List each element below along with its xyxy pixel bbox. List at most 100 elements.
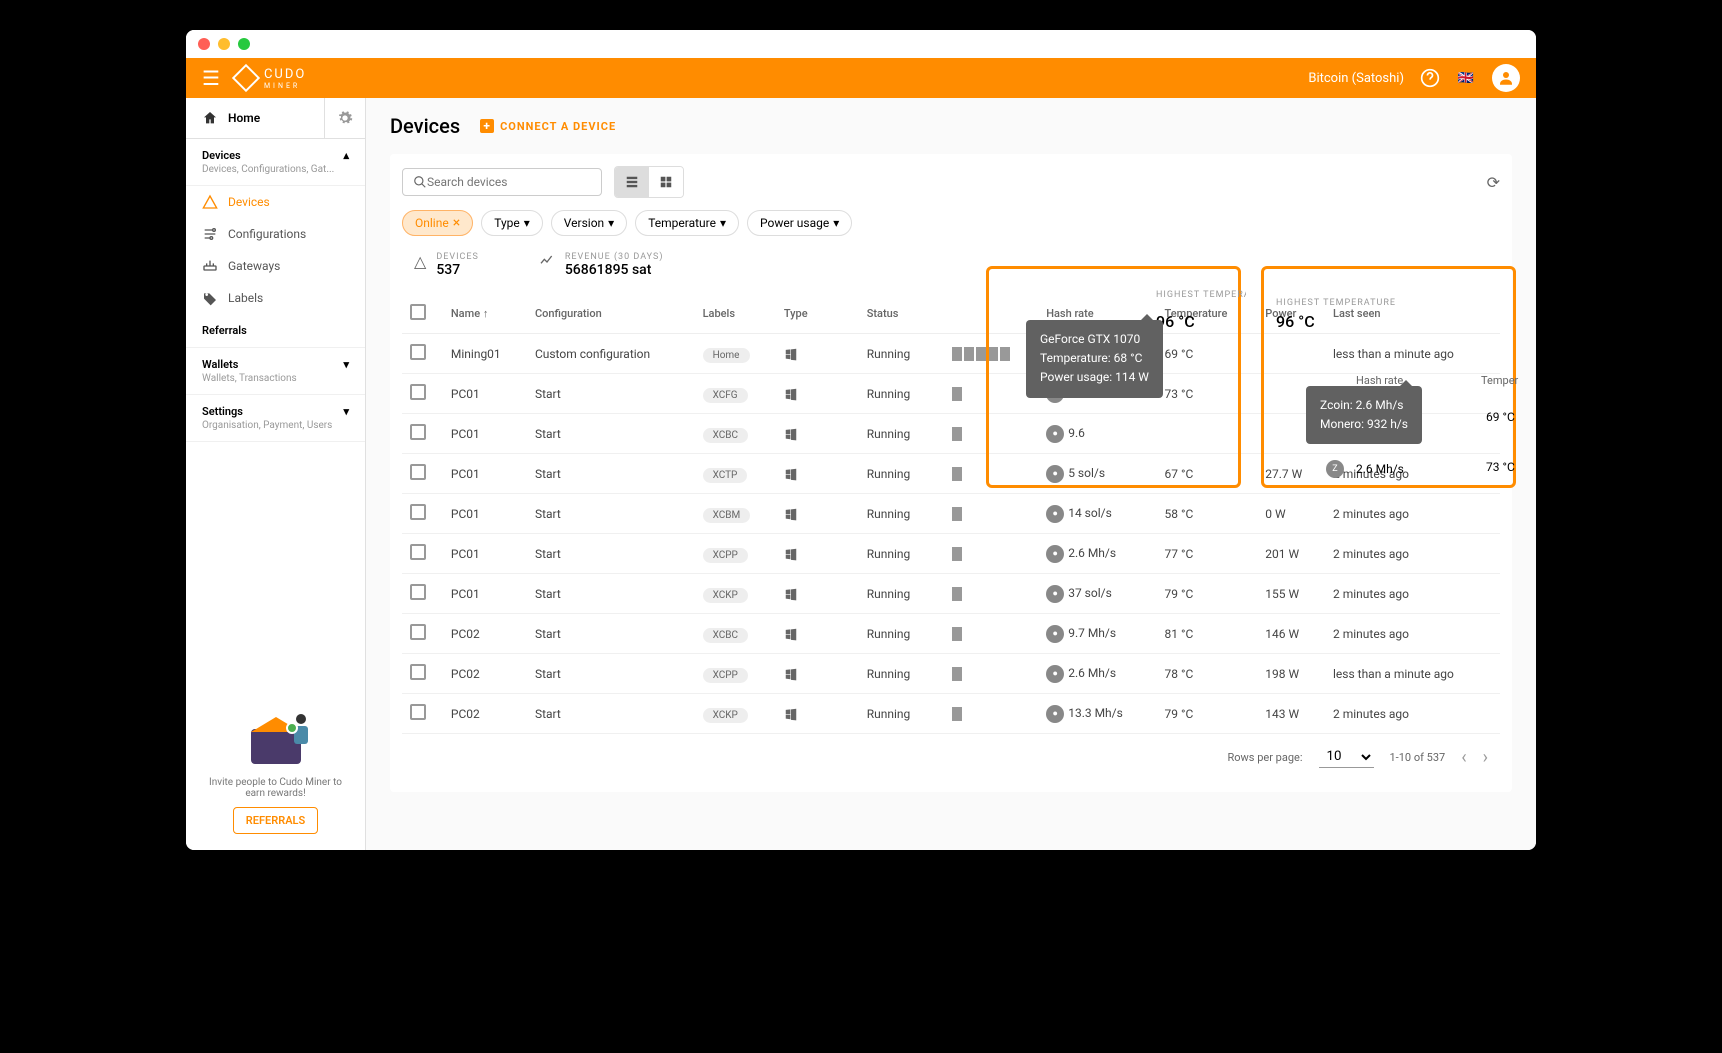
table-row[interactable]: PC01 Start XCBM Running ●14 sol/s 58 °C … (402, 494, 1500, 534)
row-checkbox[interactable] (410, 664, 426, 680)
row-checkbox[interactable] (410, 464, 426, 480)
warning-triangle-icon: △ (414, 252, 426, 278)
windows-icon (784, 667, 819, 681)
overlay-row-1-temp: 69 °C (1486, 410, 1515, 424)
gpu-bars[interactable] (952, 427, 1031, 441)
maximize-window-icon[interactable] (238, 38, 250, 50)
cell-temp: 67 °C (1157, 454, 1258, 494)
connect-device-link[interactable]: + CONNECT A DEVICE (480, 119, 616, 133)
chevron-down-icon: ▾ (608, 216, 614, 230)
grid-view-button[interactable] (649, 167, 683, 197)
column-status[interactable]: Status (827, 294, 944, 334)
cell-lastseen: 2 minutes ago (1325, 614, 1500, 654)
cell-temp: 69 °C (1157, 334, 1258, 374)
filter-temperature[interactable]: Temperature ▾ (635, 210, 739, 236)
sidebar-item-labels[interactable]: Labels (186, 282, 365, 314)
column-name[interactable]: Name ↑ (443, 294, 527, 334)
filter-type[interactable]: Type ▾ (481, 210, 543, 236)
search-input[interactable] (402, 168, 602, 196)
help-icon[interactable] (1420, 68, 1440, 88)
cell-hashrate: ●2.6 Mh/s (1038, 534, 1156, 574)
cell-lastseen: 2 minutes ago (1325, 694, 1500, 734)
referrals-button[interactable]: REFERRALS (233, 807, 318, 834)
gpu-bars[interactable] (952, 547, 1031, 561)
filter-version[interactable]: Version ▾ (551, 210, 627, 236)
gpu-bars[interactable] (952, 387, 1031, 401)
gpu-bars[interactable] (952, 507, 1031, 521)
column-config[interactable]: Configuration (527, 294, 695, 334)
language-flag-icon[interactable]: 🇬🇧 (1456, 68, 1476, 88)
row-checkbox[interactable] (410, 344, 426, 360)
sidebar-item-gateways[interactable]: Gateways (186, 250, 365, 282)
refresh-icon[interactable]: ⟳ (1487, 173, 1500, 192)
cell-temp (1157, 414, 1258, 454)
chevron-down-icon: ▾ (343, 405, 349, 418)
column-type[interactable]: Type (776, 294, 827, 334)
minimize-window-icon[interactable] (218, 38, 230, 50)
table-row[interactable]: PC01 Start XCKP Running ●37 sol/s 79 °C … (402, 574, 1500, 614)
gpu-bars[interactable] (952, 707, 1031, 721)
cell-config: Start (527, 534, 695, 574)
cell-hashrate: ●9.7 Mh/s (1038, 614, 1156, 654)
gpu-bars[interactable] (952, 627, 1031, 641)
sidebar-section-wallets[interactable]: Wallets ▾ Wallets, Transactions (186, 348, 365, 395)
close-icon[interactable]: × (453, 215, 460, 231)
row-checkbox[interactable] (410, 624, 426, 640)
row-checkbox[interactable] (410, 544, 426, 560)
table-row[interactable]: PC01 Start XCPP Running ●2.6 Mh/s 77 °C … (402, 534, 1500, 574)
sidebar-item-devices[interactable]: Devices (186, 186, 365, 218)
sidebar-item-configurations[interactable]: Configurations (186, 218, 365, 250)
rows-per-page-select[interactable]: 10 (1319, 746, 1374, 768)
filter-online[interactable]: Online × (402, 210, 473, 236)
table-row[interactable]: PC02 Start XCKP Running ●13.3 Mh/s 79 °C… (402, 694, 1500, 734)
account-icon[interactable] (1492, 64, 1520, 92)
cell-config: Start (527, 414, 695, 454)
coin-icon: ● (1046, 705, 1064, 723)
row-checkbox[interactable] (410, 704, 426, 720)
row-checkbox[interactable] (410, 504, 426, 520)
cell-config: Start (527, 614, 695, 654)
gpu-bars[interactable] (952, 347, 1031, 361)
row-checkbox[interactable] (410, 424, 426, 440)
sidebar-section-devices[interactable]: Devices ▴ Devices, Configurations, Gat..… (186, 139, 365, 186)
cell-status: Running (827, 414, 944, 454)
windows-icon (784, 547, 819, 561)
cell-status: Running (827, 534, 944, 574)
coin-icon: ● (1046, 425, 1064, 443)
row-checkbox[interactable] (410, 584, 426, 600)
table-row[interactable]: Mining01 Custom configuration Home Runni… (402, 334, 1500, 374)
gpu-bars[interactable] (952, 467, 1031, 481)
label-pill: Home (703, 348, 750, 363)
table-row[interactable]: PC02 Start XCPP Running ●2.6 Mh/s 78 °C … (402, 654, 1500, 694)
prev-page-icon[interactable]: ‹ (1461, 747, 1466, 768)
overlay-temp-header: Temper (1481, 374, 1518, 387)
cell-power (1257, 334, 1325, 374)
sidebar-section-settings[interactable]: Settings ▾ Organisation, Payment, Users (186, 395, 365, 442)
row-checkbox[interactable] (410, 384, 426, 400)
hashrate-tooltip: Zcoin: 2.6 Mh/s Monero: 932 h/s (1306, 386, 1422, 444)
home-icon (202, 110, 218, 126)
windows-icon (784, 427, 819, 441)
cell-config: Start (527, 694, 695, 734)
close-window-icon[interactable] (198, 38, 210, 50)
label-pill: XCPP (703, 668, 748, 683)
gpu-bars[interactable] (952, 667, 1031, 681)
sidebar-home-link[interactable]: Home (186, 98, 324, 138)
hamburger-menu-icon[interactable]: ☰ (202, 66, 220, 90)
sidebar-section-referrals[interactable]: Referrals (186, 314, 365, 348)
table-row[interactable]: PC02 Start XCBC Running ●9.7 Mh/s 81 °C … (402, 614, 1500, 654)
gpu-bars[interactable] (952, 587, 1031, 601)
chevron-down-icon: ▾ (720, 216, 726, 230)
windows-icon (784, 587, 819, 601)
currency-selector[interactable]: Bitcoin (Satoshi) (1308, 71, 1404, 86)
list-view-button[interactable] (615, 167, 649, 197)
filter-power[interactable]: Power usage ▾ (747, 210, 852, 236)
coin-icon: ● (1046, 465, 1064, 483)
cell-temp: 73 °C (1157, 374, 1258, 414)
column-labels[interactable]: Labels (695, 294, 776, 334)
label-pill: XCFG (703, 388, 748, 403)
chevron-down-icon: ▾ (343, 358, 349, 371)
settings-gear-icon[interactable] (324, 98, 365, 138)
select-all-checkbox[interactable] (410, 304, 426, 320)
next-page-icon[interactable]: › (1483, 747, 1488, 768)
